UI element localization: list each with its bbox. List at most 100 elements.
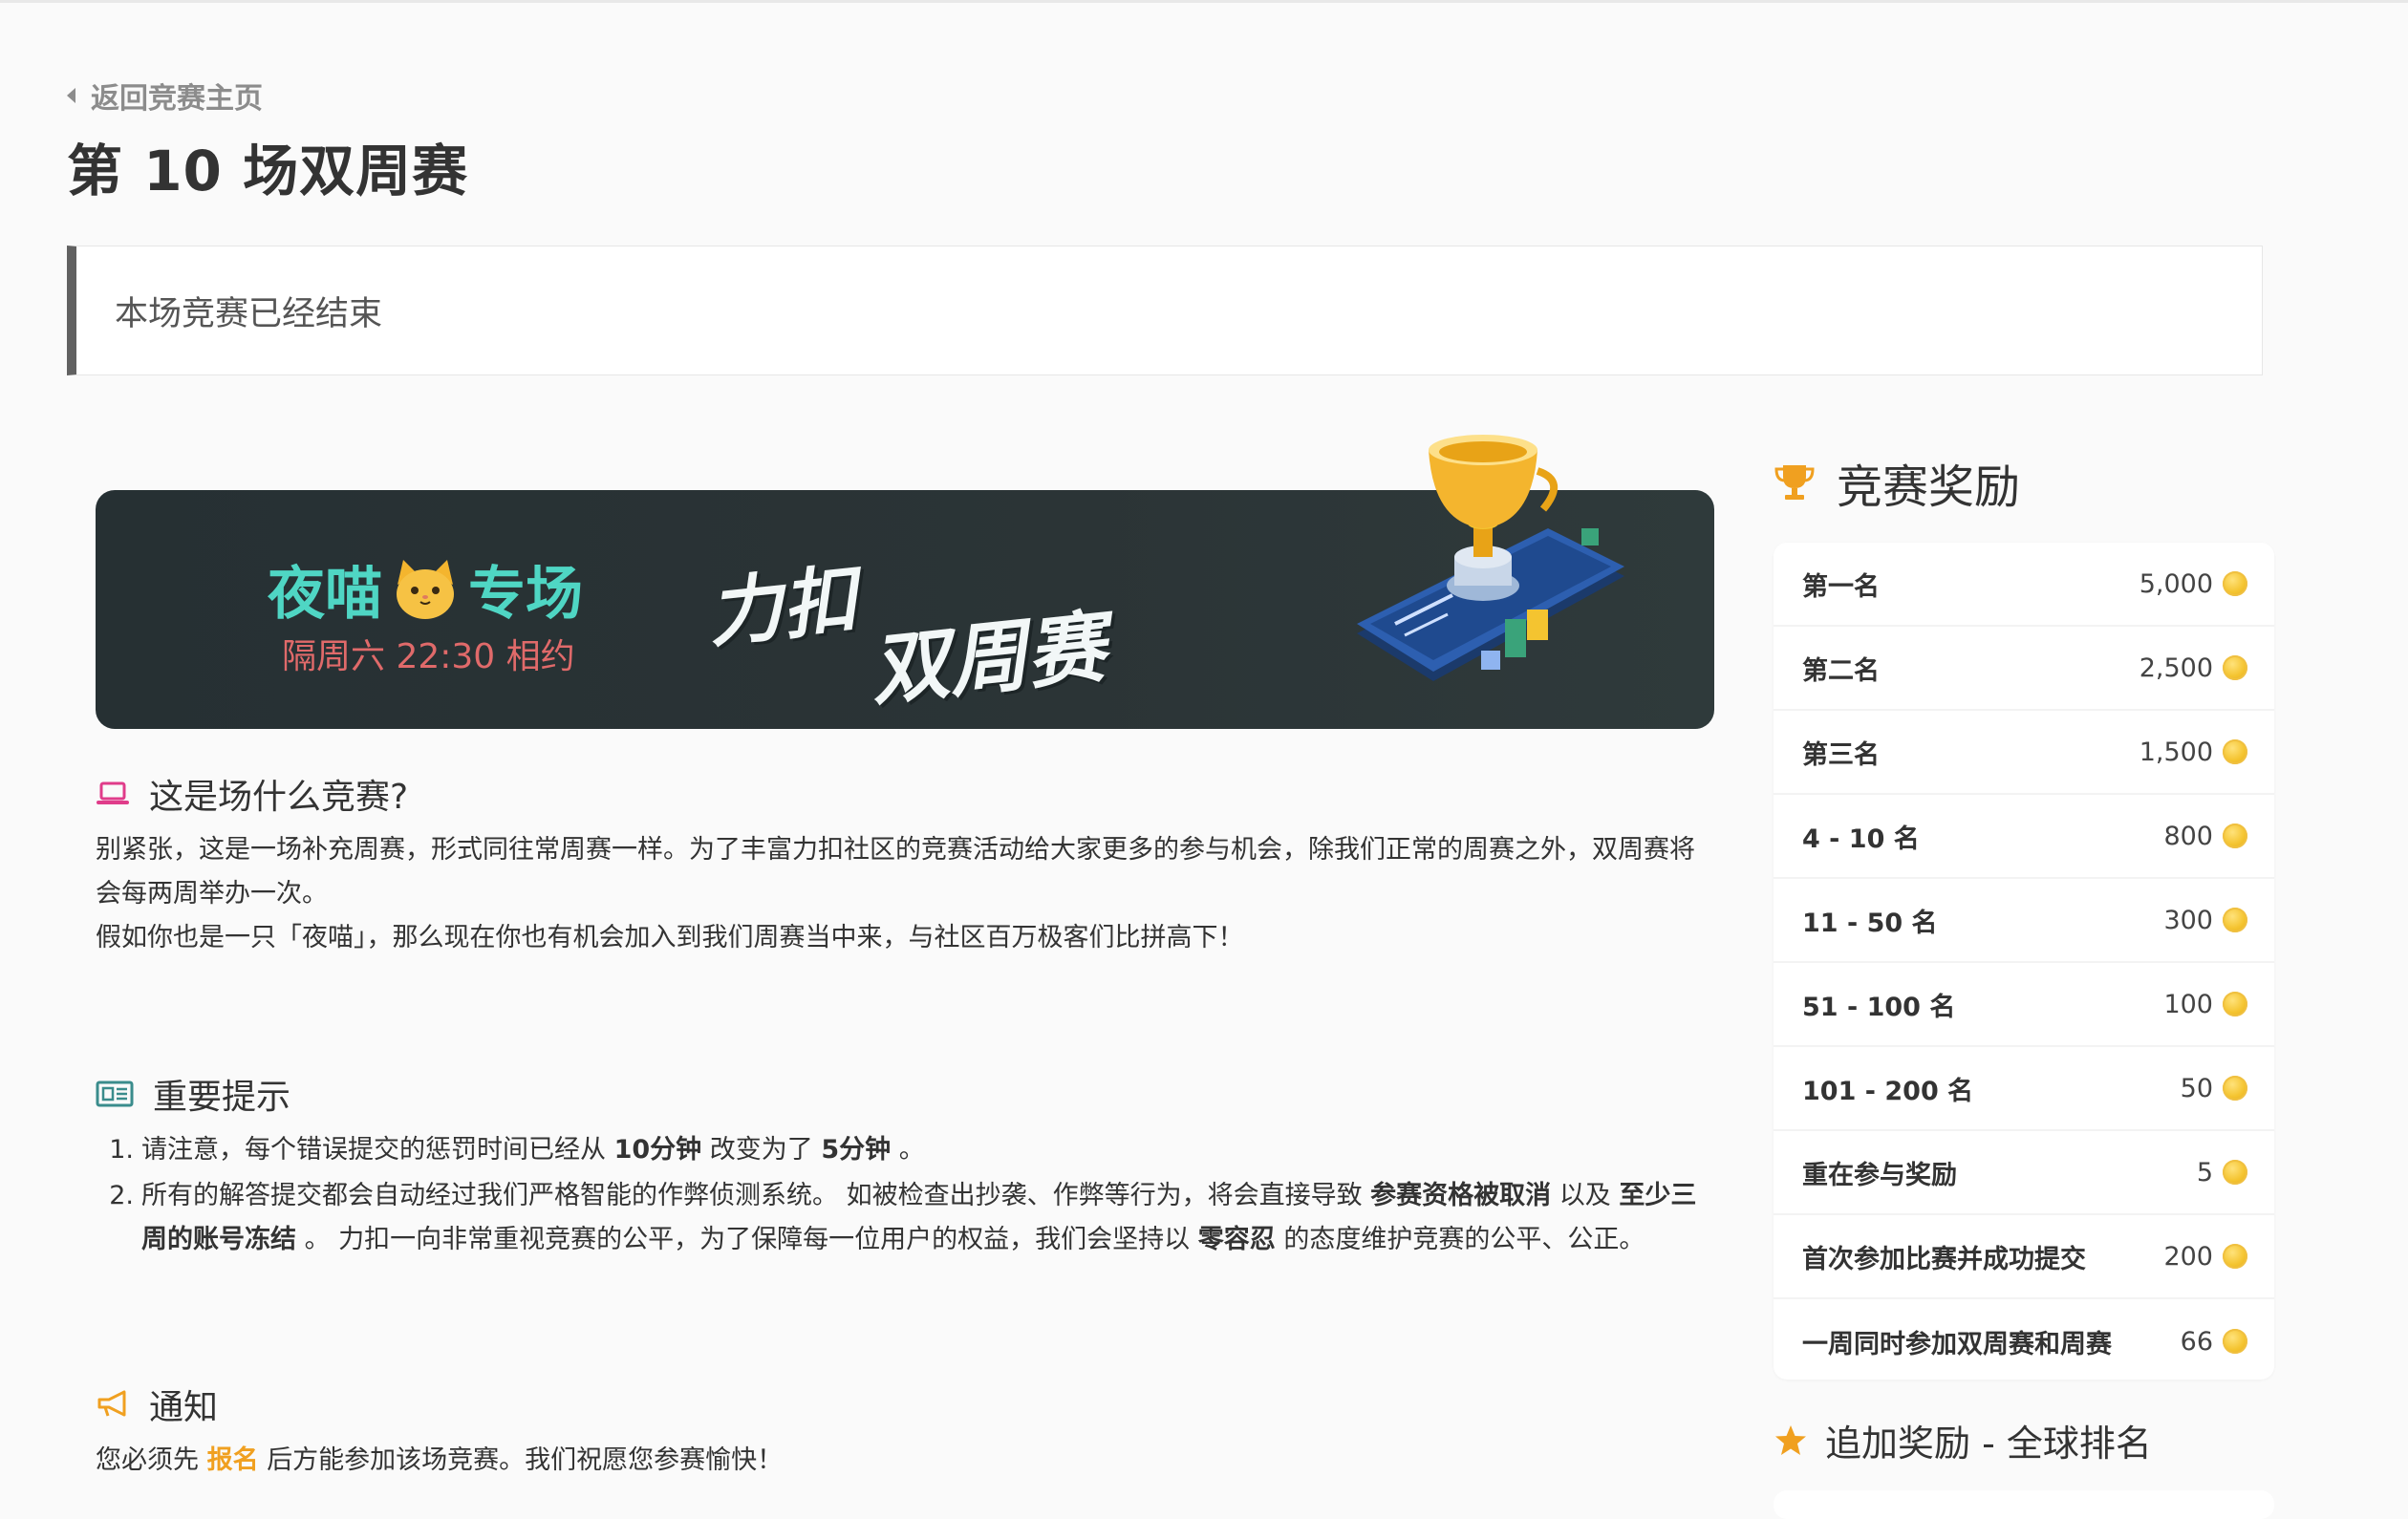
reward-rank: 首次参加比赛并成功提交 [1802, 1244, 2086, 1274]
reward-value-group: 300 [2163, 906, 2247, 935]
reward-rank: 一周同时参加双周赛和周赛 [1802, 1329, 2112, 1359]
reward-rank: 第二名 [1802, 655, 1880, 686]
laptop-icon [96, 780, 130, 808]
reward-value: 66 [2180, 1326, 2213, 1357]
register-link[interactable]: 报名 [207, 1445, 259, 1475]
banner-title-part-b: 专场 [468, 561, 583, 628]
notice1-bold-a: 10分钟 [613, 1135, 702, 1165]
contest-status-text: 本场竞赛已经结束 [115, 294, 383, 333]
contest-status-banner: 本场竞赛已经结束 [67, 246, 2263, 375]
reward-value-group: 5 [2197, 1158, 2247, 1187]
notice2-text-d: 的态度维护竞赛的公平、公正。 [1275, 1225, 1645, 1254]
chevron-left-icon [67, 88, 75, 103]
list-item-number: 1. [109, 1135, 134, 1165]
reward-value-group: 1,500 [2139, 738, 2247, 767]
table-row: 4 - 10 名 800 [1774, 795, 2274, 879]
table-row: 重在参与奖励 5 [1774, 1131, 2274, 1215]
reward-rank: 51 - 100 名 [1802, 992, 1956, 1022]
announce-text-b: 后方能参加该场竞赛。我们祝愿您参赛愉快！ [258, 1445, 784, 1475]
notice1-bold-b: 5分钟 [821, 1135, 892, 1165]
reward-rank: 101 - 200 名 [1802, 1076, 1974, 1106]
megaphone-icon [96, 1390, 130, 1419]
announce-heading-text: 通知 [149, 1388, 219, 1427]
table-row: 51 - 100 名 100 [1774, 963, 2274, 1047]
reward-value-group: 100 [2163, 990, 2247, 1019]
star-icon [1774, 1423, 1808, 1458]
reward-value-group: 800 [2163, 822, 2247, 851]
reward-rank: 重在参与奖励 [1802, 1160, 1957, 1190]
reward-value: 200 [2163, 1241, 2213, 1272]
announce-section-heading: 通知 [96, 1380, 218, 1429]
list-item-text: 所有的解答提交都会自动经过我们严格智能的作弊侦测系统。 如被检查出抄袭、作弊等行… [141, 1174, 1720, 1262]
announce-paragraph: 您必须先 报名 后方能参加该场竞赛。我们祝愿您参赛愉快！ [96, 1439, 1720, 1483]
coin-icon [2223, 992, 2247, 1016]
reward-value: 100 [2163, 989, 2213, 1019]
reward-rank: 第一名 [1802, 571, 1880, 602]
rewards-heading: 竞赛奖励 [1774, 449, 2020, 516]
reward-rank: 4 - 10 名 [1802, 824, 1920, 854]
table-row: 一周同时参加双周赛和周赛 66 [1774, 1299, 2274, 1383]
coin-icon [2223, 1160, 2247, 1185]
notice-heading-text: 重要提示 [153, 1078, 291, 1117]
rewards-table: 第一名 5,000 第二名 2,500 第三名 1,500 4 - 10 名 800 1… [1774, 543, 2274, 1380]
banner-night-cat-title: 夜喵 专场 [268, 547, 583, 631]
back-link-label: 返回竞赛主页 [91, 82, 263, 116]
banner-title-part-a: 夜喵 [268, 561, 382, 628]
trophy-phone-illustration [1357, 435, 1624, 681]
rewards-heading-text: 竞赛奖励 [1837, 460, 2021, 514]
list-item-number: 2. [109, 1181, 134, 1210]
coin-icon [2223, 571, 2247, 596]
reward-value-group: 5,000 [2139, 569, 2247, 599]
bonus-rewards-heading: 追加奖励 - 全球排名 [1774, 1414, 2152, 1466]
notice2-text-c: 。 力扣一向非常重视竞赛的公平，为了保障每一位用户的权益，我们会坚持以 [296, 1225, 1198, 1254]
reward-value: 300 [2163, 905, 2213, 935]
table-row: 101 - 200 名 50 [1774, 1047, 2274, 1131]
coin-icon [2223, 1244, 2247, 1269]
reward-value: 800 [2163, 821, 2213, 851]
list-item: 1. 请注意，每个错误提交的惩罚时间已经从 10分钟 改变为了 5分钟 。 [96, 1128, 1720, 1172]
coin-icon [2223, 1076, 2247, 1101]
notice-section-heading: 重要提示 [96, 1069, 290, 1119]
reward-value: 1,500 [2139, 737, 2213, 767]
reward-value: 50 [2180, 1073, 2213, 1103]
coin-icon [2223, 908, 2247, 932]
page-title: 第 10 场双周赛 [67, 139, 469, 203]
table-row: 第三名 1,500 [1774, 711, 2274, 795]
notice1-text-a: 请注意，每个错误提交的惩罚时间已经从 [141, 1135, 614, 1165]
about-section-heading: 这是场什么竞赛? [96, 769, 408, 819]
reward-rank: 11 - 50 名 [1802, 908, 1938, 938]
coin-icon [2223, 739, 2247, 764]
trophy-icon [1774, 461, 1816, 503]
notice-list: 1. 请注意，每个错误提交的惩罚时间已经从 10分钟 改变为了 5分钟 。 2.… [96, 1128, 1720, 1264]
announce-text-a: 您必须先 [96, 1445, 207, 1475]
about-paragraph-2: 假如你也是一只「夜喵」，那么现在你也有机会加入到我们周赛当中来，与社区百万极客们… [96, 923, 1244, 952]
reward-value-group: 66 [2181, 1327, 2247, 1357]
reward-value-group: 50 [2181, 1074, 2247, 1103]
table-row: 首次参加比赛并成功提交 200 [1774, 1215, 2274, 1299]
coin-icon [2223, 655, 2247, 680]
cat-face-icon [392, 558, 459, 621]
reward-value-group: 200 [2163, 1242, 2247, 1272]
newspaper-icon [96, 1080, 134, 1108]
notice1-text-b: 改变为了 [701, 1135, 822, 1165]
banner-big-title-b: 双周赛 [866, 602, 1110, 717]
contest-banner: 夜喵 专场 隔周六 22:30 相约 力扣 双周赛 [96, 435, 1714, 729]
reward-rank: 第三名 [1802, 739, 1880, 770]
list-item: 2. 所有的解答提交都会自动经过我们严格智能的作弊侦测系统。 如被检查出抄袭、作… [96, 1174, 1720, 1262]
reward-value: 5 [2196, 1157, 2213, 1187]
table-row: 第一名 5,000 [1774, 543, 2274, 627]
banner-big-title-a: 力扣 [703, 557, 862, 658]
reward-value: 5,000 [2139, 568, 2213, 599]
notice2-bold-a: 参赛资格被取消 [1370, 1181, 1552, 1210]
about-heading-text: 这是场什么竞赛? [149, 778, 409, 817]
table-row: 第二名 2,500 [1774, 627, 2274, 711]
bonus-heading-text: 追加奖励 - 全球排名 [1825, 1423, 2152, 1465]
banner-subtitle: 隔周六 22:30 相约 [282, 637, 575, 676]
reward-value-group: 2,500 [2139, 653, 2247, 683]
coin-icon [2223, 1329, 2247, 1354]
list-item-text: 请注意，每个错误提交的惩罚时间已经从 10分钟 改变为了 5分钟 。 [141, 1128, 1720, 1172]
back-to-contest-home-link[interactable]: 返回竞赛主页 [67, 75, 263, 117]
bonus-rewards-card [1774, 1490, 2274, 1519]
table-row: 11 - 50 名 300 [1774, 879, 2274, 963]
notice2-bold-c: 零容忍 [1197, 1225, 1276, 1254]
